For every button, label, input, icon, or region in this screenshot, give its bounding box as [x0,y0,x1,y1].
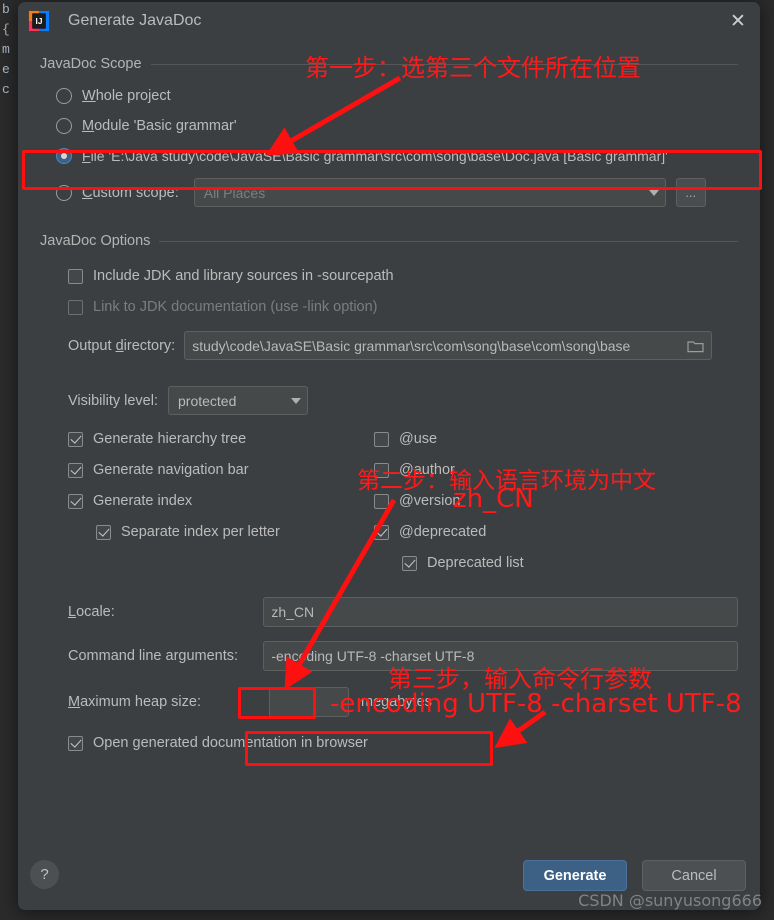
tag-version-label: @version [399,493,461,509]
scope-option-label: Custom scope: [82,184,179,201]
locale-row: Locale: zh_CN [68,597,738,627]
checkbox-icon [68,299,83,315]
deprecated-list-label: Deprecated list [427,555,524,571]
checkbox-icon[interactable] [68,462,83,478]
generate-navigation-bar-label: Generate navigation bar [93,462,249,478]
javadoc-options-group-title: JavaDoc Options [40,233,738,249]
folder-icon[interactable] [687,339,704,353]
chevron-down-icon[interactable] [291,397,301,404]
output-directory-value: study\code\JavaSE\Basic grammar\src\com\… [192,337,631,354]
checkbox-icon[interactable] [374,524,389,540]
output-directory-label: Output directory: [68,337,176,354]
generate-javadoc-dialog: IJ Generate JavaDoc ✕ JavaDoc Scope Whol… [18,2,760,910]
checkbox-icon[interactable] [374,462,389,478]
intellij-idea-icon: IJ [28,10,50,32]
generate-hierarchy-tree-label: Generate hierarchy tree [93,431,247,447]
command-line-arguments-label: Command line arguments: [68,648,239,664]
visibility-level-row: Visibility level: protected [68,386,738,415]
checkbox-icon[interactable] [68,493,83,509]
scope-option-module[interactable]: Module 'Basic grammar' [56,118,738,134]
scope-option-whole-project[interactable]: Whole project [56,88,738,104]
tag-use-row[interactable]: @use [374,431,674,447]
open-in-browser-label: Open generated documentation in browser [93,735,368,751]
output-directory-field[interactable]: study\code\JavaSE\Basic grammar\src\com\… [184,331,713,360]
radio-icon[interactable] [56,184,72,201]
tag-deprecated-row[interactable]: @deprecated [374,524,674,540]
generate-index-row[interactable]: Generate index [68,493,374,509]
checkbox-icon[interactable] [96,524,111,540]
output-directory-row: Output directory: study\code\JavaSE\Basi… [68,331,738,360]
tag-deprecated-label: @deprecated [399,524,487,540]
right-checkbox-column: @use @author @version @deprecated Deprecated… [374,431,674,571]
scope-option-label: File 'E:\Java study\code\JavaSE\Basic gr… [82,148,668,164]
include-jdk-checkbox-row[interactable]: Include JDK and library sources in -sour… [68,268,738,284]
megabytes-label: megabytes [361,694,432,710]
checkbox-icon[interactable] [374,493,389,509]
checkbox-icon[interactable] [68,735,83,751]
options-columns: Generate hierarchy tree Generate navigati… [40,431,738,571]
command-line-arguments-row: Command line arguments: -encoding UTF-8 … [68,641,738,671]
divider [159,240,738,242]
left-checkbox-column: Generate hierarchy tree Generate navigati… [68,431,374,571]
radio-icon[interactable] [56,118,72,134]
javadoc-options-label: JavaDoc Options [40,233,151,249]
dialog-title: Generate JavaDoc [68,12,202,29]
link-jdk-checkbox-row: Link to JDK documentation (use -link opt… [68,299,738,315]
custom-scope-select[interactable]: All Places [193,178,666,207]
visibility-level-select[interactable]: protected [168,386,308,415]
radio-icon[interactable] [56,148,72,164]
divider [150,63,738,65]
maximum-heap-size-label: Maximum heap size: [68,694,201,710]
custom-scope-browse-button[interactable]: ... [675,178,706,207]
help-icon[interactable]: ? [30,860,59,889]
generate-hierarchy-tree-row[interactable]: Generate hierarchy tree [68,431,374,447]
checkbox-icon[interactable] [68,268,83,284]
svg-text:IJ: IJ [36,17,43,26]
command-line-arguments-value: -encoding UTF-8 -charset UTF-8 [271,648,475,664]
dialog-body: JavaDoc Scope Whole project Module 'Basi… [18,56,760,751]
scope-option-custom[interactable]: Custom scope: All Places ... [56,178,738,207]
command-line-arguments-field[interactable]: -encoding UTF-8 -charset UTF-8 [263,641,738,671]
javadoc-scope-group-title: JavaDoc Scope [40,56,738,72]
checkbox-icon[interactable] [402,555,417,571]
open-in-browser-checkbox-row[interactable]: Open generated documentation in browser [68,735,738,751]
scope-option-label: Whole project [82,88,171,104]
custom-scope-value: All Places [203,184,266,201]
separate-index-per-letter-label: Separate index per letter [121,524,280,540]
locale-value: zh_CN [271,604,315,620]
radio-icon[interactable] [56,88,72,104]
locale-field[interactable]: zh_CN [263,597,738,627]
dialog-titlebar: IJ Generate JavaDoc ✕ [18,2,760,40]
link-jdk-label: Link to JDK documentation (use -link opt… [93,299,378,315]
maximum-heap-size-field[interactable] [269,687,349,717]
cancel-button[interactable]: Cancel [642,860,746,891]
checkbox-icon[interactable] [68,431,83,447]
tag-version-row[interactable]: @version [374,493,674,509]
tag-author-label: @author [399,462,455,478]
screen: b{m e c IJ Generate JavaDoc ✕ JavaDoc Sc… [0,0,774,920]
visibility-level-label: Visibility level: [68,392,158,409]
locale-label: Locale: [68,604,115,620]
chevron-down-icon[interactable] [648,189,659,196]
tag-author-row[interactable]: @author [374,462,674,478]
javadoc-scope-label: JavaDoc Scope [40,56,142,72]
visibility-level-value: protected [178,392,237,409]
tag-use-label: @use [399,431,438,447]
deprecated-list-row[interactable]: Deprecated list [402,555,674,571]
scope-option-label: Module 'Basic grammar' [82,118,237,134]
checkbox-icon[interactable] [374,431,389,447]
generate-navigation-bar-row[interactable]: Generate navigation bar [68,462,374,478]
close-icon[interactable]: ✕ [724,7,752,35]
include-jdk-label: Include JDK and library sources in -sour… [93,268,394,284]
maximum-heap-size-row: Maximum heap size: megabytes [68,687,738,717]
generate-index-label: Generate index [93,493,193,509]
watermark: CSDN @sunyusong666 [578,891,762,910]
generate-button[interactable]: Generate [523,860,627,891]
scope-option-file[interactable]: File 'E:\Java study\code\JavaSE\Basic gr… [56,148,738,164]
separate-index-per-letter-row[interactable]: Separate index per letter [96,524,374,540]
